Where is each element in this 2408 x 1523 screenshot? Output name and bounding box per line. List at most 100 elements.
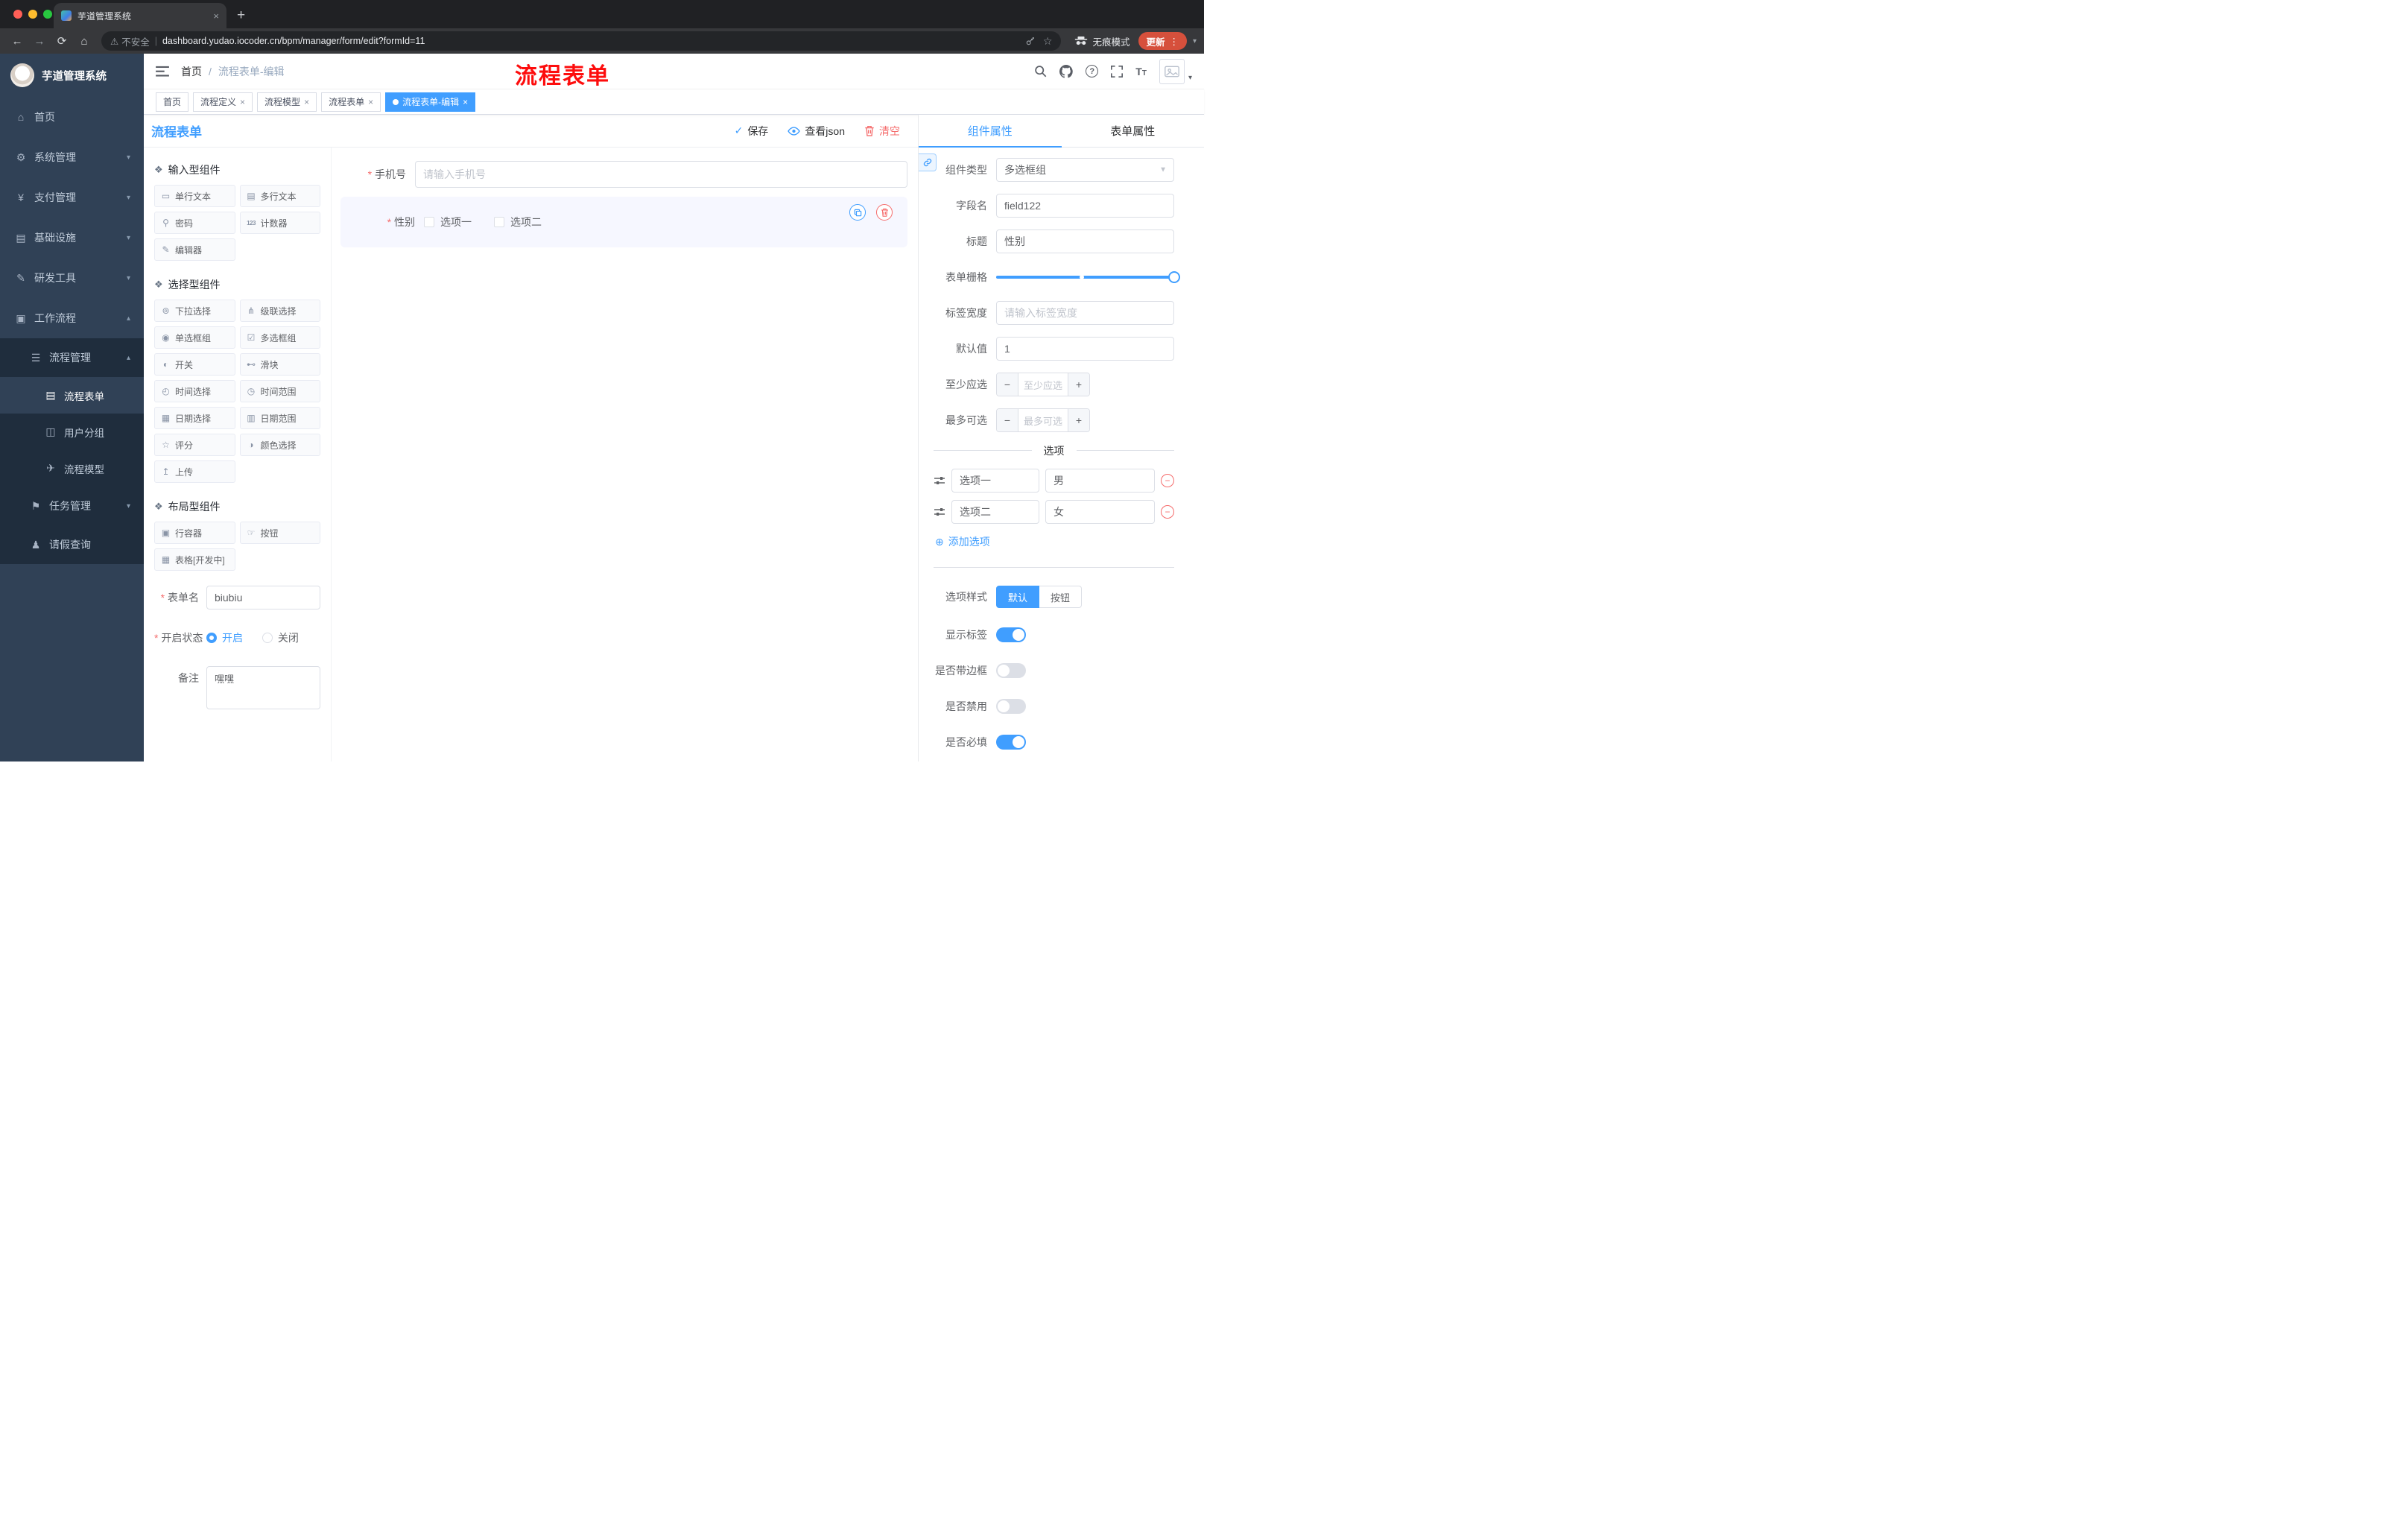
default-value-input[interactable]: [996, 337, 1174, 361]
grid-slider[interactable]: [996, 265, 1180, 289]
browser-update-button[interactable]: 更新 ⋮: [1138, 32, 1187, 50]
copy-widget-button[interactable]: [849, 204, 866, 221]
palette-item-multi-line-text[interactable]: ▤ 多行文本: [239, 185, 320, 207]
close-icon[interactable]: ×: [240, 97, 245, 107]
option-value-input[interactable]: [1045, 500, 1155, 524]
phone-field-row[interactable]: 手机号: [340, 161, 907, 188]
sidebar-item-task-management[interactable]: ⚑ 任务管理 ▾: [0, 487, 144, 525]
close-icon[interactable]: ×: [463, 97, 468, 107]
palette-item-slider[interactable]: ⊷ 滑块: [239, 353, 320, 376]
remark-textarea[interactable]: 嘿嘿: [206, 666, 320, 709]
min-checked-stepper[interactable]: − 至少应选 +: [996, 373, 1090, 396]
bookmark-star-icon[interactable]: ☆: [1043, 35, 1053, 48]
sidebar-item-process-form[interactable]: ▤ 流程表单: [0, 377, 144, 414]
github-icon[interactable]: [1059, 64, 1073, 78]
drag-handle-icon[interactable]: [934, 475, 945, 487]
sidebar-item-infrastructure[interactable]: ▤ 基础设施 ▾: [0, 218, 144, 258]
style-button-button[interactable]: 按钮: [1039, 586, 1083, 608]
back-icon[interactable]: ←: [7, 36, 27, 47]
breadcrumb-home[interactable]: 首页: [181, 64, 202, 79]
tab-form-props[interactable]: 表单属性: [1062, 115, 1205, 147]
minus-icon[interactable]: −: [997, 373, 1018, 396]
browser-tab[interactable]: 芋道管理系统 ×: [54, 3, 226, 28]
minimize-window-button[interactable]: [28, 10, 37, 19]
required-switch[interactable]: [996, 735, 1026, 750]
show-label-switch[interactable]: [996, 627, 1026, 642]
plus-icon[interactable]: +: [1068, 409, 1089, 431]
save-button[interactable]: ✓ 保存: [735, 124, 769, 139]
palette-item-time-range[interactable]: ◷ 时间范围: [239, 380, 320, 402]
palette-item-rate[interactable]: ☆ 评分: [154, 434, 235, 456]
toolbar-overflow-icon[interactable]: ▾: [1193, 37, 1197, 45]
component-type-select[interactable]: [996, 158, 1174, 182]
option-value-input[interactable]: [1045, 469, 1155, 493]
tag-home[interactable]: 首页: [156, 92, 189, 112]
help-icon[interactable]: ?: [1086, 65, 1099, 77]
max-checked-stepper[interactable]: − 最多可选 +: [996, 408, 1090, 432]
gender-widget-selected[interactable]: 性别 选项一 选项二: [340, 197, 907, 247]
palette-item-color-picker[interactable]: ◑ 颜色选择: [239, 434, 320, 456]
sidebar-item-payment[interactable]: ¥ 支付管理 ▾: [0, 177, 144, 218]
field-name-input[interactable]: [996, 194, 1174, 218]
browser-menu-icon[interactable]: ⋮: [1169, 36, 1179, 47]
close-icon[interactable]: ×: [304, 97, 309, 107]
close-icon[interactable]: ×: [368, 97, 373, 107]
status-on-radio[interactable]: 开启: [206, 626, 243, 650]
form-canvas[interactable]: 手机号: [332, 148, 918, 762]
gender-option-1-checkbox[interactable]: 选项一: [424, 215, 472, 229]
border-switch[interactable]: [996, 663, 1026, 678]
sidebar-item-home[interactable]: ⌂ 首页: [0, 97, 144, 137]
forward-icon[interactable]: →: [30, 36, 49, 47]
min-checked-value[interactable]: 至少应选: [1018, 373, 1068, 396]
palette-item-switch[interactable]: ◐ 开关: [154, 353, 235, 376]
window-controls[interactable]: [13, 10, 52, 19]
view-json-button[interactable]: 查看json: [788, 124, 845, 139]
add-option-button[interactable]: ⊕ 添加选项: [935, 534, 1174, 549]
address-bar[interactable]: ⚠ 不安全 | dashboard.yudao.iocoder.cn/bpm/m…: [101, 31, 1062, 51]
zoom-window-button[interactable]: [43, 10, 52, 19]
fullscreen-icon[interactable]: [1111, 65, 1124, 77]
sidebar-item-system[interactable]: ⚙ 系统管理 ▾: [0, 137, 144, 177]
form-name-input[interactable]: [206, 586, 320, 609]
palette-item-counter[interactable]: 123 计数器: [239, 212, 320, 234]
new-tab-button[interactable]: +: [237, 8, 245, 22]
clear-button[interactable]: 清空: [864, 124, 900, 139]
sidebar-item-process-management[interactable]: ☰ 流程管理 ▴: [0, 338, 144, 377]
minus-icon[interactable]: −: [997, 409, 1018, 431]
option-label-input[interactable]: [951, 500, 1039, 524]
link-tag-button[interactable]: [919, 153, 937, 171]
tag-process-model[interactable]: 流程模型 ×: [257, 92, 317, 112]
tag-process-form[interactable]: 流程表单 ×: [321, 92, 381, 112]
palette-item-upload[interactable]: ↥ 上传: [154, 460, 235, 483]
label-width-input[interactable]: [996, 301, 1174, 325]
plus-icon[interactable]: +: [1068, 373, 1089, 396]
palette-item-cascader[interactable]: ⋔ 级联选择: [239, 300, 320, 322]
palette-item-row-container[interactable]: ▣ 行容器: [154, 522, 235, 544]
remove-option-icon[interactable]: −: [1161, 474, 1174, 487]
palette-item-table[interactable]: ▦ 表格[开发中]: [154, 548, 235, 571]
user-avatar-wrap[interactable]: ▾: [1159, 58, 1192, 84]
phone-input[interactable]: [415, 161, 907, 188]
palette-item-password[interactable]: ⚲ 密码: [154, 212, 235, 234]
tab-close-icon[interactable]: ×: [213, 10, 219, 22]
gender-option-2-checkbox[interactable]: 选项二: [494, 215, 542, 229]
disabled-switch[interactable]: [996, 699, 1026, 714]
tag-process-form-edit[interactable]: 流程表单-编辑 ×: [385, 92, 476, 112]
delete-widget-button[interactable]: [876, 204, 893, 221]
palette-item-date-picker[interactable]: ▦ 日期选择: [154, 407, 235, 429]
palette-item-single-line-text[interactable]: ▭ 单行文本: [154, 185, 235, 207]
palette-item-select[interactable]: ⊚ 下拉选择: [154, 300, 235, 322]
password-key-icon[interactable]: [1025, 36, 1036, 46]
palette-item-editor[interactable]: ✎ 编辑器: [154, 238, 235, 261]
slider-track[interactable]: [996, 271, 1180, 283]
security-warning[interactable]: ⚠ 不安全: [110, 34, 150, 48]
tab-component-props[interactable]: 组件属性: [919, 115, 1062, 148]
sidebar-item-workflow[interactable]: ▣ 工作流程 ▴: [0, 298, 144, 338]
style-default-button[interactable]: 默认: [996, 586, 1040, 608]
palette-item-radio-group[interactable]: ◉ 单选框组: [154, 326, 235, 349]
drag-handle-icon[interactable]: [934, 506, 945, 518]
palette-item-button[interactable]: ☞ 按钮: [239, 522, 320, 544]
status-off-radio[interactable]: 关闭: [262, 626, 299, 650]
slider-handle[interactable]: [1168, 271, 1180, 283]
sidebar-item-user-group[interactable]: ◫ 用户分组: [0, 414, 144, 450]
